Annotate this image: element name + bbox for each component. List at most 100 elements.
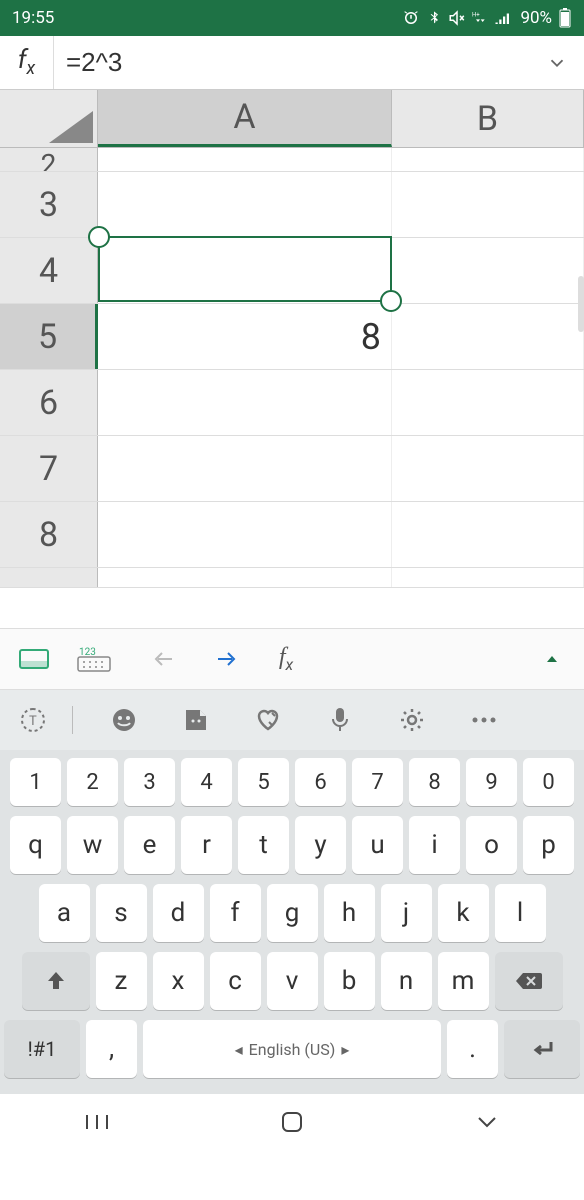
chevron-down-icon	[546, 52, 568, 74]
row-header-8[interactable]: 8	[0, 502, 98, 567]
nav-back[interactable]	[447, 1114, 527, 1130]
data-icon: H+	[472, 9, 488, 27]
key-r[interactable]: r	[181, 816, 232, 874]
key-i[interactable]: i	[409, 816, 460, 874]
key-k[interactable]: k	[438, 884, 489, 942]
key-c[interactable]: c	[210, 952, 261, 1010]
key-backspace[interactable]	[495, 952, 563, 1010]
key-f[interactable]: f	[210, 884, 261, 942]
cell-a4[interactable]	[98, 238, 392, 303]
key-x[interactable]: x	[153, 952, 204, 1010]
select-all-corner[interactable]	[0, 90, 98, 147]
key-comma[interactable]: ,	[86, 1020, 137, 1078]
key-j[interactable]: j	[381, 884, 432, 942]
forward-button[interactable]	[200, 636, 252, 682]
key-3[interactable]: 3	[124, 758, 175, 806]
key-o[interactable]: o	[466, 816, 517, 874]
key-e[interactable]: e	[124, 816, 175, 874]
more-button[interactable]	[463, 699, 505, 741]
column-header-b[interactable]: B	[392, 90, 584, 147]
key-g[interactable]: g	[267, 884, 318, 942]
cell-b6[interactable]	[392, 370, 584, 435]
row-header-4[interactable]: 4	[0, 238, 98, 303]
row-header-6[interactable]: 6	[0, 370, 98, 435]
scrollbar[interactable]	[578, 276, 584, 332]
cell-b5[interactable]	[392, 304, 584, 369]
row-header-2[interactable]: 2	[0, 148, 98, 171]
key-6[interactable]: 6	[295, 758, 346, 806]
text-tools-button[interactable]: T	[12, 699, 54, 741]
key-a[interactable]: a	[39, 884, 90, 942]
key-z[interactable]: z	[96, 952, 147, 1010]
cell-a3[interactable]	[98, 172, 392, 237]
cell-b9[interactable]	[392, 568, 584, 587]
key-s[interactable]: s	[96, 884, 147, 942]
nav-home[interactable]	[252, 1111, 332, 1133]
key-enter[interactable]	[504, 1020, 580, 1078]
card-view-button[interactable]	[8, 636, 60, 682]
key-m[interactable]: m	[438, 952, 489, 1010]
key-t[interactable]: t	[238, 816, 289, 874]
key-7[interactable]: 7	[352, 758, 403, 806]
key-2[interactable]: 2	[67, 758, 118, 806]
key-0[interactable]: 0	[523, 758, 574, 806]
cell-a7[interactable]	[98, 436, 392, 501]
key-p[interactable]: p	[523, 816, 574, 874]
fx-button[interactable]: fx	[260, 636, 312, 682]
key-8[interactable]: 8	[409, 758, 460, 806]
cell-a6[interactable]	[98, 370, 392, 435]
key-n[interactable]: n	[381, 952, 432, 1010]
settings-button[interactable]	[391, 699, 433, 741]
key-1[interactable]: 1	[10, 758, 61, 806]
key-v[interactable]: v	[267, 952, 318, 1010]
key-l[interactable]: l	[495, 884, 546, 942]
nav-recents[interactable]	[57, 1112, 137, 1132]
cell-b7[interactable]	[392, 436, 584, 501]
row-header-3[interactable]: 3	[0, 172, 98, 237]
cell-b3[interactable]	[392, 172, 584, 237]
emoji-button[interactable]	[103, 699, 145, 741]
key-4[interactable]: 4	[181, 758, 232, 806]
row-header-7[interactable]: 7	[0, 436, 98, 501]
numpad-button[interactable]: 123	[68, 636, 120, 682]
key-5[interactable]: 5	[238, 758, 289, 806]
formula-input[interactable]: =2^3	[54, 47, 530, 78]
fx-label[interactable]: fx	[0, 36, 54, 89]
row-header-5[interactable]: 5	[0, 304, 98, 369]
cell-b4[interactable]	[392, 238, 584, 303]
back-button[interactable]	[140, 636, 192, 682]
key-q[interactable]: q	[10, 816, 61, 874]
fx-icon: fx	[279, 644, 293, 674]
space-right-arrow: ▸	[341, 1040, 349, 1059]
key-shift[interactable]	[22, 952, 90, 1010]
key-y[interactable]: y	[295, 816, 346, 874]
voice-button[interactable]	[319, 699, 361, 741]
formula-expand-button[interactable]	[530, 52, 584, 74]
gif-button[interactable]	[247, 699, 289, 741]
cell-a2[interactable]	[98, 148, 392, 171]
separator	[72, 706, 73, 734]
key-w[interactable]: w	[67, 816, 118, 874]
mute-icon	[448, 9, 466, 27]
cell-b2[interactable]	[392, 148, 584, 171]
cell-b8[interactable]	[392, 502, 584, 567]
row-4: 4	[0, 238, 584, 304]
cell-a8[interactable]	[98, 502, 392, 567]
key-symbols[interactable]: !#1	[4, 1020, 80, 1078]
column-header-a[interactable]: A	[98, 90, 392, 147]
key-d[interactable]: d	[153, 884, 204, 942]
key-u[interactable]: u	[352, 816, 403, 874]
cell-a9[interactable]	[98, 568, 392, 587]
key-h[interactable]: h	[324, 884, 375, 942]
keyboard-toolbar: T	[0, 690, 584, 750]
key-space[interactable]: ◂ English (US) ▸	[143, 1020, 441, 1078]
cell-a5[interactable]: 8	[98, 304, 392, 369]
key-period[interactable]: .	[447, 1020, 498, 1078]
spreadsheet-grid[interactable]: 2 3 4 5 8 6 7 8	[0, 148, 584, 628]
key-b[interactable]: b	[324, 952, 375, 1010]
sticker-button[interactable]	[175, 699, 217, 741]
battery-icon	[558, 8, 572, 28]
row-header-9[interactable]	[0, 568, 98, 587]
key-9[interactable]: 9	[466, 758, 517, 806]
expand-ribbon-button[interactable]	[528, 654, 576, 664]
